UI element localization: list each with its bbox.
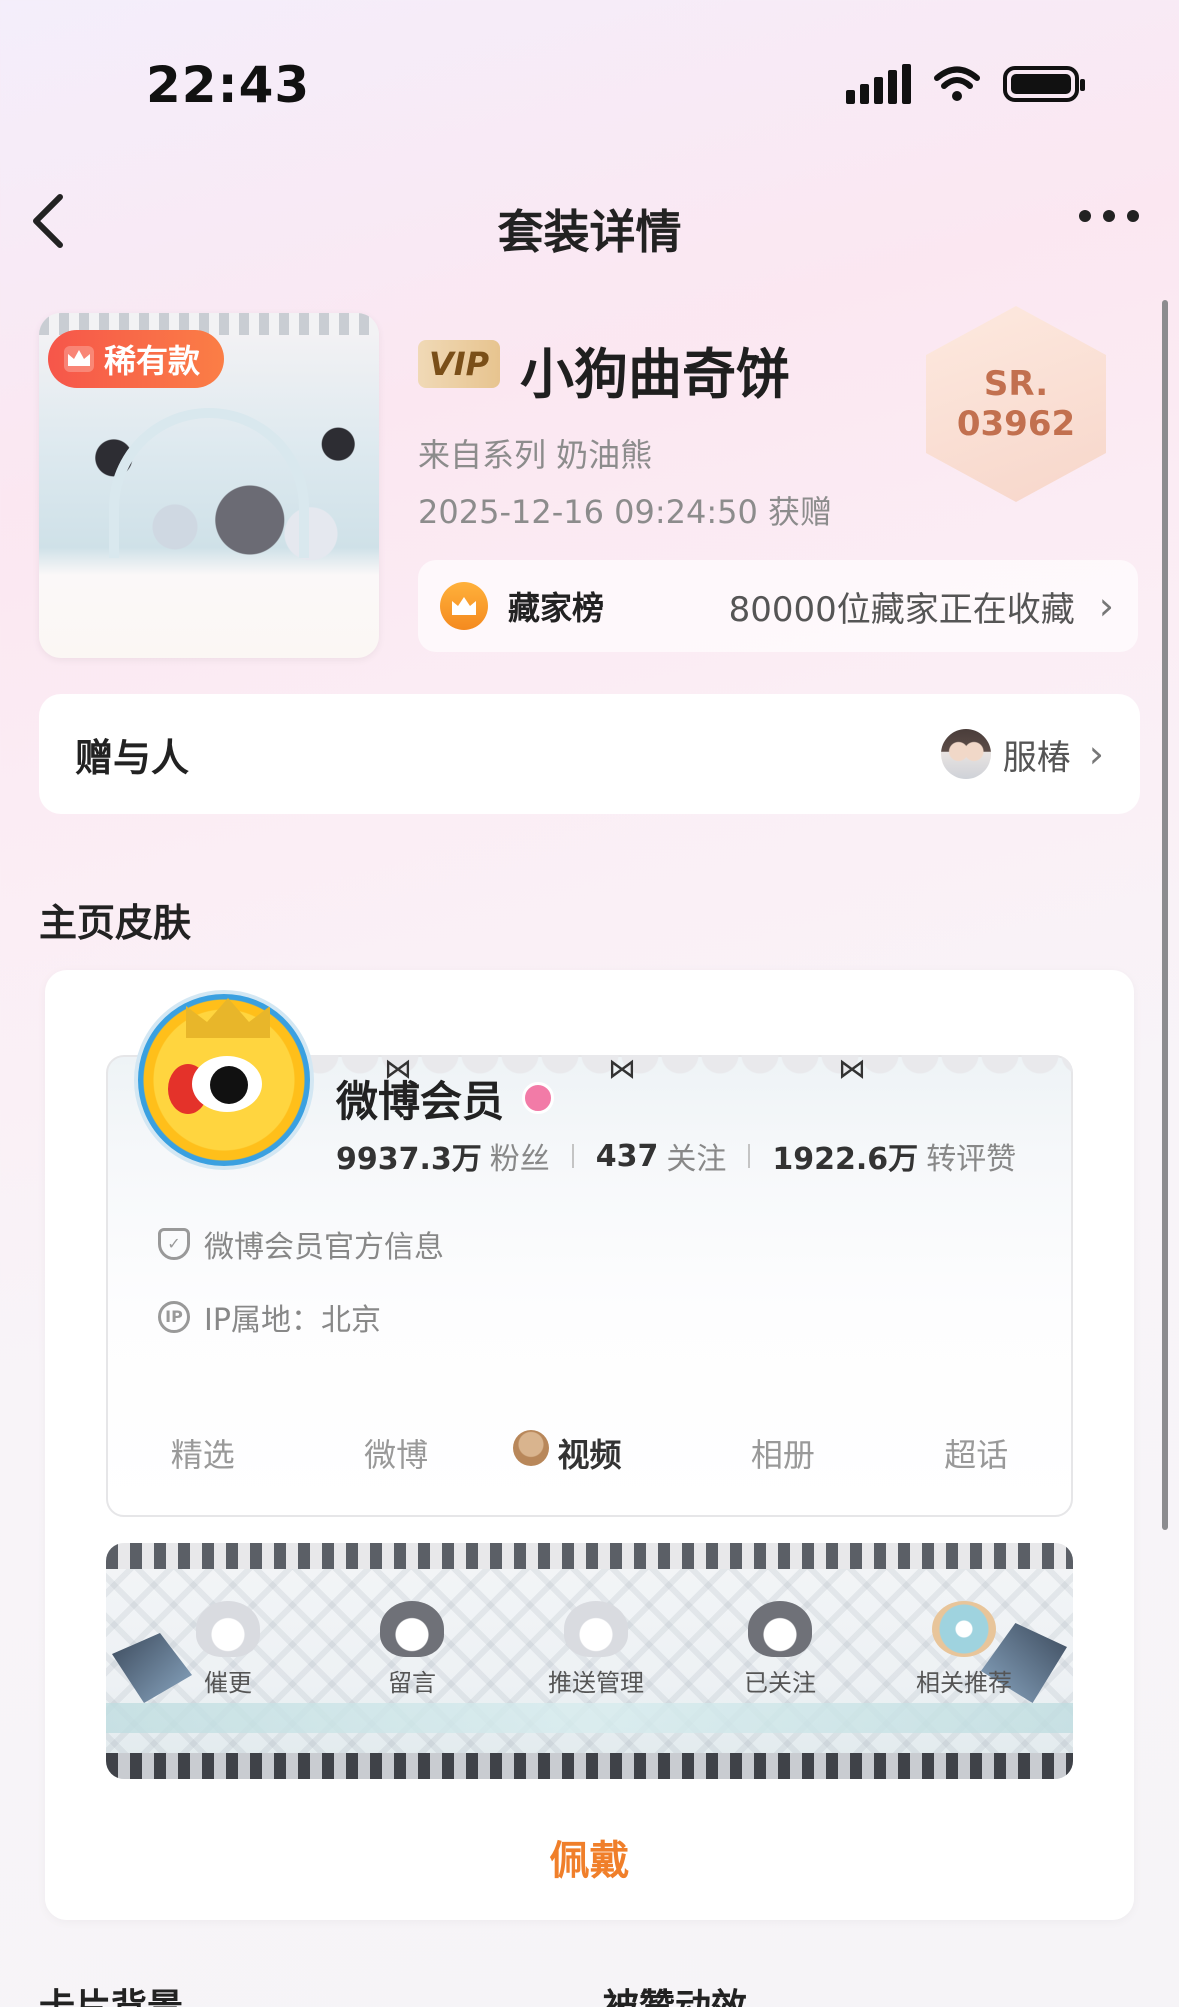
donut-icon	[932, 1601, 996, 1657]
official-info-row: ✓ 微博会员官方信息	[158, 1222, 444, 1266]
rare-badge: 稀有款	[48, 330, 225, 388]
section-title-card-background: 卡片背景	[39, 1978, 603, 2007]
chevron-right-icon: ›	[1098, 584, 1114, 628]
gifter-avatar	[940, 729, 991, 779]
collector-label: 藏家榜	[508, 589, 605, 627]
cellular-signal-icon	[846, 64, 911, 104]
bear-icon	[513, 1430, 550, 1466]
gifter-row[interactable]: 赠与人 服椿 ›	[39, 694, 1140, 814]
profile-name: 微博会员	[336, 1077, 505, 1126]
skin-banner: 催更 留言 推送管理 已关注 相关推荐	[106, 1543, 1073, 1779]
bow-icon: ⋈	[838, 1052, 866, 1085]
action-followed-label: 已关注	[744, 1669, 816, 1697]
status-time: 22:43	[146, 56, 311, 114]
action-related-label: 相关推荐	[916, 1669, 1012, 1697]
tab-video-label: 视频	[557, 1436, 622, 1474]
vip-badge: VIP	[418, 340, 500, 388]
serial-number-badge: SR. 03962	[926, 306, 1106, 502]
shield-icon: ✓	[158, 1228, 190, 1260]
gifter-name: 服椿	[1002, 737, 1071, 778]
gifter-label: 赠与人	[75, 735, 190, 780]
action-push-label: 推送管理	[548, 1669, 644, 1697]
more-dots-icon	[1079, 210, 1091, 222]
action-message[interactable]: 留言	[342, 1601, 482, 1698]
crown-icon	[64, 346, 94, 372]
profile-avatar	[134, 990, 314, 1170]
action-message-label: 留言	[388, 1669, 436, 1697]
page-title: 套装详情	[497, 205, 682, 259]
followers-count: 9937.3万	[336, 1142, 482, 1177]
puppy-icon	[564, 1601, 628, 1657]
kitten-icon	[196, 1601, 260, 1657]
action-remind[interactable]: 催更	[158, 1601, 298, 1698]
ip-location-row: IP IP属地：北京	[158, 1295, 381, 1339]
status-icons	[846, 64, 1085, 104]
tab-video[interactable]: 视频	[513, 1430, 622, 1476]
wear-button[interactable]: 佩戴	[45, 1793, 1134, 1920]
tab-weibo[interactable]: 微博	[364, 1430, 428, 1476]
official-info-text: 微博会员官方信息	[204, 1230, 444, 1265]
tab-album[interactable]: 相册	[751, 1430, 815, 1476]
serial-prefix: SR.	[983, 364, 1049, 404]
wifi-icon	[934, 66, 980, 101]
action-related[interactable]: 相关推荐	[894, 1601, 1034, 1698]
followers-label: 粉丝	[489, 1142, 550, 1177]
profile-tabs: 精选 微博 视频 相册 超话	[106, 1430, 1073, 1476]
engagement-count: 1922.6万	[772, 1142, 919, 1177]
rare-badge-label: 稀有款	[104, 342, 201, 380]
kitten-icon	[748, 1601, 812, 1657]
action-remind-label: 催更	[204, 1669, 252, 1697]
serial-number: 03962	[956, 404, 1076, 444]
following-label: 关注	[666, 1142, 727, 1177]
kitten-icon	[380, 1601, 444, 1657]
series-text[interactable]: 来自系列 奶油熊	[418, 430, 652, 476]
collector-count: 80000位藏家正在收藏	[728, 589, 1075, 630]
member-badge-icon	[522, 1082, 554, 1114]
more-button[interactable]	[1079, 210, 1139, 222]
crown-icon	[440, 582, 488, 630]
ip-location-text: IP属地：北京	[204, 1303, 381, 1338]
scrollbar[interactable]	[1162, 300, 1168, 1530]
profile-stats: 9937.3万 粉丝 437 关注 1922.6万 转评赞	[336, 1134, 1016, 1178]
chevron-right-icon: ›	[1088, 732, 1104, 776]
action-followed[interactable]: 已关注	[710, 1601, 850, 1698]
battery-icon	[1003, 66, 1085, 102]
tab-super-topic[interactable]: 超话	[944, 1430, 1008, 1476]
ip-icon: IP	[158, 1301, 190, 1333]
section-title-like-effect: 被赞动效	[603, 1978, 747, 2007]
following-count: 437	[595, 1138, 659, 1174]
action-push-settings[interactable]: 推送管理	[526, 1601, 666, 1698]
bow-icon: ⋈	[608, 1052, 636, 1085]
collector-ranking-bar[interactable]: 藏家榜 80000位藏家正在收藏 ›	[418, 560, 1138, 652]
engagement-label: 转评赞	[926, 1142, 1017, 1177]
suit-name: 小狗曲奇饼	[520, 343, 790, 406]
tab-featured[interactable]: 精选	[171, 1430, 235, 1476]
next-sections: 卡片背景 被赞动效	[39, 1978, 1140, 2007]
section-title-homepage-skin: 主页皮肤	[39, 901, 192, 945]
received-date: 2025-12-16 09:24:50 获赠	[418, 493, 833, 531]
